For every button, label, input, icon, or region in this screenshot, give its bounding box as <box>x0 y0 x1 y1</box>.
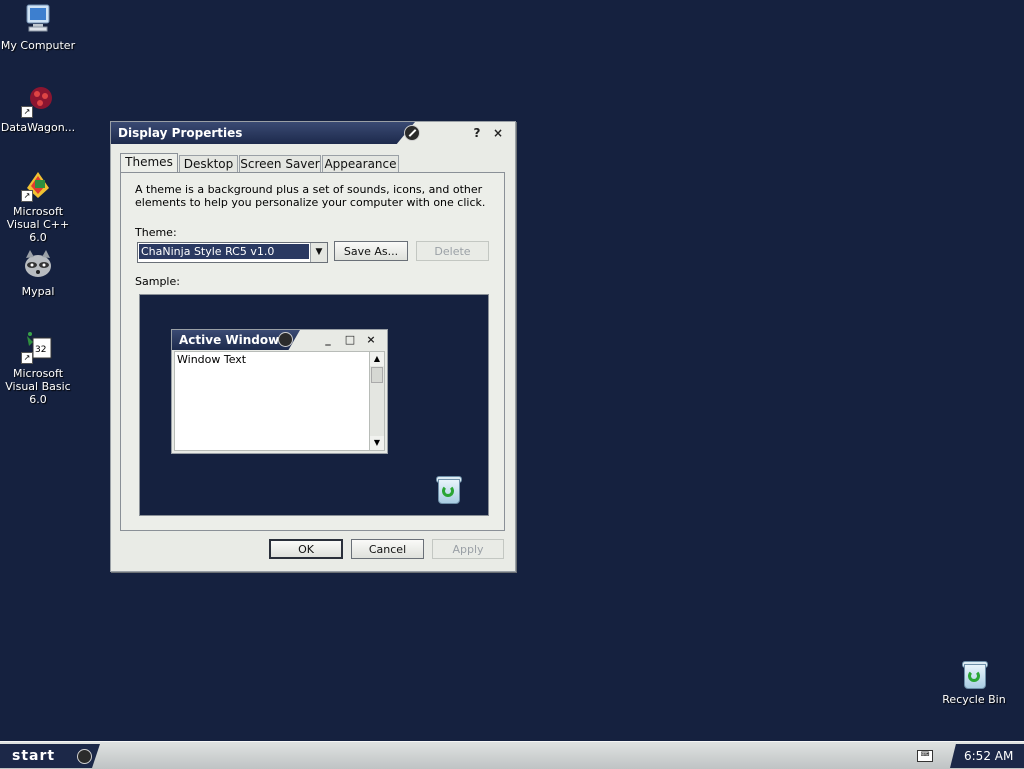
mypal-raccoon-icon <box>21 248 55 282</box>
theme-label: Theme: <box>135 226 177 239</box>
clock-time: 6:52 AM <box>964 749 1014 763</box>
taskbar: start ⌨ 6:52 AM <box>0 741 1024 769</box>
cancel-button[interactable]: Cancel <box>351 539 424 559</box>
minimize-icon: _ <box>325 333 331 346</box>
theme-select-value: ChaNinja Style RC5 v1.0 <box>139 244 309 259</box>
theme-logo-icon <box>404 125 420 141</box>
apply-button[interactable]: Apply <box>432 539 504 559</box>
help-button[interactable]: ? <box>470 126 484 140</box>
theme-select[interactable]: ChaNinja Style RC5 v1.0 ▼ <box>137 242 328 263</box>
ok-button[interactable]: OK <box>269 539 343 559</box>
sample-label: Sample: <box>135 275 180 288</box>
desktop-icon-label: Microsoft Visual C++ 6.0 <box>6 205 70 244</box>
theme-description: A theme is a background plus a set of so… <box>135 183 486 209</box>
start-label: start <box>12 748 56 764</box>
close-button[interactable]: × <box>491 126 505 140</box>
theme-logo-icon <box>77 749 92 764</box>
datawagon-icon: ↗ <box>21 84 55 118</box>
desktop-icon-label: Recycle Bin <box>942 693 1006 706</box>
chevron-down-icon[interactable]: ▼ <box>310 243 327 262</box>
theme-logo-icon <box>278 332 293 347</box>
desktop-icon-label: My Computer <box>0 39 76 52</box>
start-button[interactable]: start <box>0 744 100 768</box>
computer-icon <box>21 2 55 36</box>
display-properties-dialog: Display Properties ? × Themes Desktop Sc… <box>110 121 516 572</box>
tab-themes[interactable]: Themes <box>120 153 178 173</box>
desktop-icon-label: DataWagon... <box>0 121 76 134</box>
desktop-icon-label: Mypal <box>21 285 55 298</box>
close-icon: × <box>366 333 376 346</box>
title-bar[interactable]: Display Properties ? × <box>111 122 515 144</box>
recycle-bin-icon <box>435 473 462 504</box>
delete-button[interactable]: Delete <box>416 241 489 261</box>
desktop-icon-my-computer[interactable]: My Computer <box>0 2 78 52</box>
recycle-bin-icon <box>957 656 991 690</box>
shortcut-arrow-icon: ↗ <box>21 106 33 118</box>
save-as-button[interactable]: Save As... <box>334 241 408 261</box>
tab-appearance[interactable]: Appearance <box>322 155 399 172</box>
sample-active-window: Active Window _ □ × Window Text ▲ ▼ <box>171 329 388 454</box>
desktop-icon-label: Microsoft Visual Basic 6.0 <box>5 367 71 406</box>
desktop-icon-datawagon[interactable]: ↗ DataWagon... <box>0 84 78 134</box>
themes-panel: A theme is a background plus a set of so… <box>120 172 505 531</box>
dialog-title: Display Properties <box>118 126 243 140</box>
desktop-icon-mypal[interactable]: Mypal <box>0 248 78 298</box>
keyboard-icon[interactable]: ⌨ <box>917 750 933 762</box>
theme-sample-preview: Active Window _ □ × Window Text ▲ ▼ <box>139 294 489 516</box>
visual-cpp-icon: ↗ <box>21 168 55 202</box>
shortcut-arrow-icon: ↗ <box>21 352 33 364</box>
shortcut-arrow-icon: ↗ <box>21 190 33 202</box>
svg-text:32: 32 <box>35 345 46 355</box>
desktop-icon-recycle-bin[interactable]: Recycle Bin <box>934 656 1014 706</box>
tab-screen-saver[interactable]: Screen Saver <box>239 155 321 172</box>
sample-window-body: Window Text <box>174 351 370 451</box>
scroll-down-icon: ▼ <box>370 436 384 450</box>
maximize-icon: □ <box>344 333 356 346</box>
sample-window-title: Active Window <box>179 333 280 347</box>
system-clock[interactable]: 6:52 AM <box>950 744 1024 768</box>
sample-scrollbar: ▲ ▼ <box>369 351 385 451</box>
scroll-up-icon: ▲ <box>370 352 384 366</box>
sample-window-text: Window Text <box>177 353 247 366</box>
visual-basic-icon: 32 ↗ <box>21 330 55 364</box>
desktop-icon-visual-cpp[interactable]: ↗ Microsoft Visual C++ 6.0 <box>0 168 78 244</box>
desktop-icon-visual-basic[interactable]: 32 ↗ Microsoft Visual Basic 6.0 <box>0 330 78 406</box>
tab-desktop[interactable]: Desktop <box>179 155 238 172</box>
